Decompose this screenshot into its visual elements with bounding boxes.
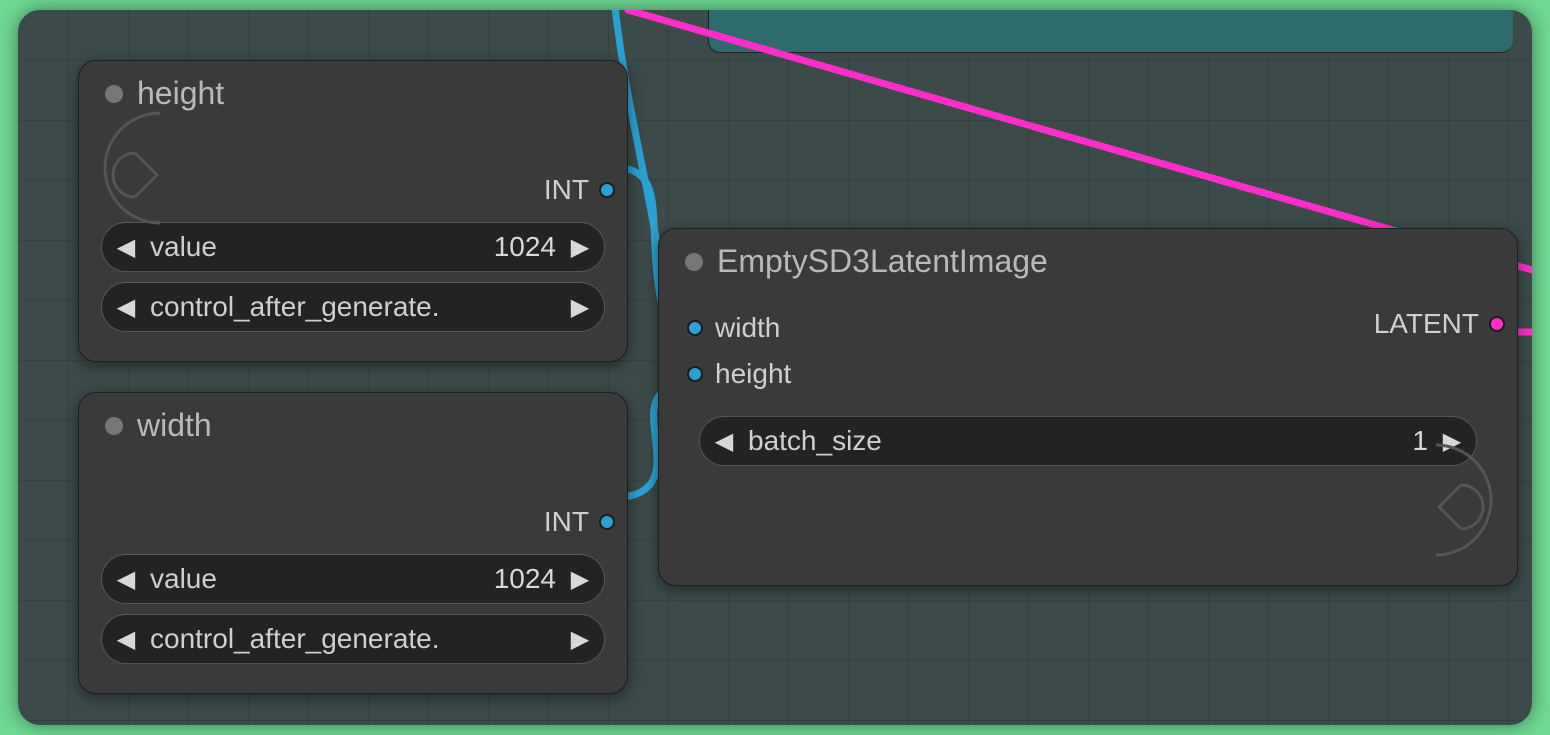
input-port-width[interactable] bbox=[687, 320, 703, 336]
chevron-right-icon[interactable]: ▶ bbox=[562, 625, 598, 654]
output-type-label: LATENT bbox=[1374, 308, 1479, 340]
batch-size-stepper[interactable]: ◀ batch_size 1 ▶ bbox=[699, 416, 1477, 466]
node-title-text: EmptySD3LatentImage bbox=[717, 243, 1048, 280]
node-decoration-icon bbox=[75, 103, 185, 233]
chevron-left-icon[interactable]: ◀ bbox=[108, 233, 144, 262]
selector-label: control_after_generate. bbox=[144, 291, 440, 323]
stepper-value: 1024 bbox=[494, 231, 562, 263]
node-status-dot bbox=[685, 253, 703, 271]
chevron-right-icon[interactable]: ▶ bbox=[562, 565, 598, 594]
node-empty-sd3-latent-image[interactable]: EmptySD3LatentImage width height LATENT … bbox=[658, 228, 1518, 586]
chevron-right-icon[interactable]: ▶ bbox=[562, 293, 598, 322]
chevron-right-icon[interactable]: ▶ bbox=[562, 233, 598, 262]
node-width[interactable]: width INT ◀ value 1024 ▶ ◀ control_after… bbox=[78, 392, 628, 694]
input-label: width bbox=[715, 312, 780, 344]
node-height[interactable]: height INT ◀ value 1024 ▶ ◀ control_afte… bbox=[78, 60, 628, 362]
stepper-label: value bbox=[144, 563, 217, 595]
output-type-label: INT bbox=[544, 174, 589, 206]
output-port-int[interactable] bbox=[599, 182, 615, 198]
chevron-left-icon[interactable]: ◀ bbox=[108, 565, 144, 594]
stepper-label: value bbox=[144, 231, 217, 263]
control-after-generate-selector[interactable]: ◀ control_after_generate. ▶ bbox=[101, 614, 605, 664]
control-after-generate-selector[interactable]: ◀ control_after_generate. ▶ bbox=[101, 282, 605, 332]
node-graph-canvas[interactable]: height INT ◀ value 1024 ▶ ◀ control_afte… bbox=[18, 10, 1532, 725]
chevron-left-icon[interactable]: ◀ bbox=[706, 427, 742, 456]
input-label: height bbox=[715, 358, 791, 390]
output-type-label: INT bbox=[544, 506, 589, 538]
chevron-left-icon[interactable]: ◀ bbox=[108, 293, 144, 322]
output-port-latent[interactable] bbox=[1489, 316, 1505, 332]
node-status-dot bbox=[105, 85, 123, 103]
output-port-int[interactable] bbox=[599, 514, 615, 530]
node-decoration-icon bbox=[1411, 435, 1521, 565]
chevron-left-icon[interactable]: ◀ bbox=[108, 625, 144, 654]
input-port-height[interactable] bbox=[687, 366, 703, 382]
node-status-dot bbox=[105, 417, 123, 435]
node-title-text: width bbox=[137, 407, 212, 444]
stepper-value: 1024 bbox=[494, 563, 562, 595]
stepper-label: batch_size bbox=[742, 425, 882, 457]
partial-node-top-right bbox=[708, 10, 1513, 53]
selector-label: control_after_generate. bbox=[144, 623, 440, 655]
value-stepper[interactable]: ◀ value 1024 ▶ bbox=[101, 554, 605, 604]
